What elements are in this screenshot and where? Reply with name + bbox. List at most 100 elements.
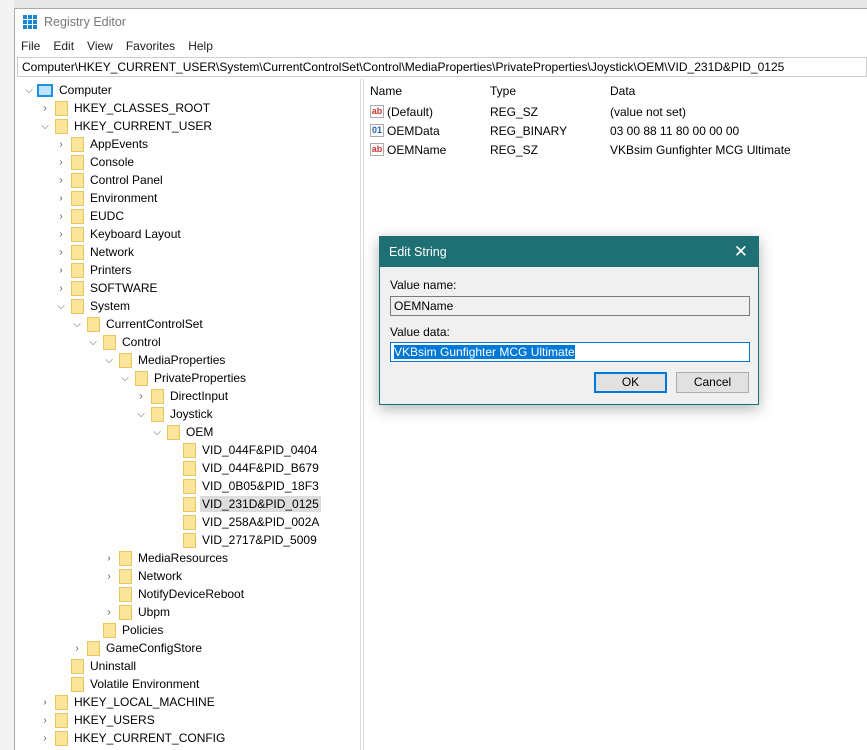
tree-item[interactable]: › EUDC: [55, 207, 126, 225]
tree-item-label: PrivateProperties: [154, 371, 247, 385]
tree-item[interactable]: › GameConfigStore: [71, 639, 204, 657]
tree-item[interactable]: Volatile Environment: [55, 675, 201, 693]
value-data-field[interactable]: VKBsim Gunfighter MCG Ultimate: [390, 342, 750, 362]
chevron-down-icon[interactable]: ⌵: [87, 337, 99, 348]
tree-item[interactable]: › HKEY_LOCAL_MACHINE: [39, 693, 217, 711]
folder-icon: [55, 730, 68, 746]
tree-item[interactable]: VID_231D&PID_0125: [167, 495, 321, 513]
chevron-right-icon[interactable]: ›: [55, 265, 67, 276]
tree-item-label: MediaResources: [138, 551, 229, 565]
tree-item[interactable]: ⌵ HKEY_CURRENT_USER: [39, 117, 214, 135]
tree-item[interactable]: › DirectInput: [135, 387, 230, 405]
string-value-icon: ab: [370, 143, 384, 156]
menu-help[interactable]: Help: [188, 39, 213, 53]
column-header-type[interactable]: Type: [490, 81, 516, 101]
cancel-button[interactable]: Cancel: [676, 372, 749, 393]
address-bar[interactable]: Computer\HKEY_CURRENT_USER\System\Curren…: [17, 57, 867, 77]
value-row[interactable]: 01 OEMData: [370, 121, 440, 140]
tree-item[interactable]: › HKEY_CLASSES_ROOT: [39, 99, 212, 117]
folder-icon: [71, 190, 84, 206]
menu-bar: File Edit View Favorites Help: [15, 35, 867, 57]
tree-item-label: Computer: [59, 83, 112, 97]
chevron-right-icon[interactable]: ›: [103, 553, 115, 564]
chevron-right-icon[interactable]: ›: [55, 139, 67, 150]
tree-item[interactable]: ⌵ CurrentControlSet: [71, 315, 205, 333]
tree-item[interactable]: ⌵ OEM: [151, 423, 215, 441]
tree-item[interactable]: Policies: [87, 621, 165, 639]
chevron-down-icon[interactable]: ⌵: [55, 301, 67, 312]
column-header-name[interactable]: Name: [370, 81, 402, 101]
chevron-down-icon[interactable]: ⌵: [119, 373, 131, 384]
tree-item[interactable]: › Control Panel: [55, 171, 165, 189]
chevron-right-icon[interactable]: ›: [39, 715, 51, 726]
tree-item[interactable]: ⌵ Control: [87, 333, 163, 351]
chevron-right-icon[interactable]: ›: [71, 643, 83, 654]
tree-item[interactable]: › MediaResources: [103, 549, 230, 567]
value-row[interactable]: ab (Default): [370, 102, 433, 121]
tree-item[interactable]: ⌵ System: [55, 297, 132, 315]
tree-item[interactable]: ⌵ Computer: [23, 81, 114, 99]
menu-edit[interactable]: Edit: [53, 39, 74, 53]
chevron-down-icon[interactable]: ⌵: [23, 85, 35, 96]
tree-item[interactable]: ⌵ MediaProperties: [103, 351, 227, 369]
menu-file[interactable]: File: [21, 39, 40, 53]
value-row[interactable]: ab OEMName: [370, 140, 446, 159]
chevron-down-icon[interactable]: ⌵: [151, 427, 163, 438]
chevron-right-icon[interactable]: ›: [55, 247, 67, 258]
value-name: OEMData: [387, 123, 440, 138]
chevron-down-icon[interactable]: ⌵: [135, 409, 147, 420]
computer-icon: [37, 83, 53, 97]
tree-item[interactable]: › Printers: [55, 261, 133, 279]
tree-item-label: Console: [90, 155, 135, 169]
tree-item[interactable]: VID_044F&PID_B679: [167, 459, 321, 477]
chevron-right-icon[interactable]: ›: [39, 103, 51, 114]
tree-item[interactable]: › Console: [55, 153, 136, 171]
close-icon[interactable]: ✕: [734, 242, 748, 262]
tree-item[interactable]: › Environment: [55, 189, 159, 207]
chevron-right-icon[interactable]: ›: [55, 211, 67, 222]
tree-item[interactable]: NotifyDeviceReboot: [103, 585, 246, 603]
chevron-right-icon[interactable]: ›: [103, 607, 115, 618]
chevron-right-icon[interactable]: ›: [39, 733, 51, 744]
tree-item[interactable]: VID_044F&PID_0404: [167, 441, 319, 459]
tree-item[interactable]: VID_2717&PID_5009: [167, 531, 319, 549]
tree-item[interactable]: › Network: [55, 243, 136, 261]
tree-item[interactable]: ⌵ PrivateProperties: [119, 369, 248, 387]
chevron-right-icon[interactable]: ›: [135, 391, 147, 402]
tree-item[interactable]: › Network: [103, 567, 184, 585]
chevron-right-icon[interactable]: ›: [55, 157, 67, 168]
tree-item[interactable]: › SOFTWARE: [55, 279, 160, 297]
menu-favorites[interactable]: Favorites: [126, 39, 175, 53]
tree-item-label: HKEY_LOCAL_MACHINE: [74, 695, 215, 709]
values-list: Name Type Data ab (Default) REG_SZ (value n…: [363, 79, 867, 750]
tree-item[interactable]: ⌵ Joystick: [135, 405, 215, 423]
tree-item[interactable]: › Keyboard Layout: [55, 225, 183, 243]
value-data: 03 00 88 11 80 00 00 00: [610, 123, 740, 138]
chevron-right-icon[interactable]: ›: [55, 283, 67, 294]
value-name: OEMName: [387, 142, 447, 157]
ok-button[interactable]: OK: [594, 372, 667, 393]
chevron-right-icon[interactable]: ›: [103, 571, 115, 582]
folder-icon: [183, 496, 196, 512]
chevron-down-icon[interactable]: ⌵: [71, 319, 83, 330]
tree-item[interactable]: Uninstall: [55, 657, 138, 675]
column-header-data[interactable]: Data: [610, 81, 635, 101]
tree-item-label: Network: [90, 245, 135, 259]
tree-item[interactable]: VID_258A&PID_002A: [167, 513, 321, 531]
folder-icon: [151, 406, 164, 422]
chevron-right-icon[interactable]: ›: [55, 193, 67, 204]
tree-item[interactable]: › HKEY_CURRENT_CONFIG: [39, 729, 227, 747]
tree-item[interactable]: › Ubpm: [103, 603, 172, 621]
value-name-field[interactable]: OEMName: [390, 296, 750, 316]
chevron-down-icon[interactable]: ⌵: [103, 355, 115, 366]
chevron-right-icon[interactable]: ›: [55, 229, 67, 240]
tree-item[interactable]: › AppEvents: [55, 135, 150, 153]
chevron-down-icon[interactable]: ⌵: [39, 121, 51, 132]
tree-item-label: System: [90, 299, 131, 313]
tree-item-label: SOFTWARE: [90, 281, 158, 295]
chevron-right-icon[interactable]: ›: [39, 697, 51, 708]
tree-item[interactable]: VID_0B05&PID_18F3: [167, 477, 321, 495]
chevron-right-icon[interactable]: ›: [55, 175, 67, 186]
menu-view[interactable]: View: [87, 39, 113, 53]
tree-item[interactable]: › HKEY_USERS: [39, 711, 157, 729]
